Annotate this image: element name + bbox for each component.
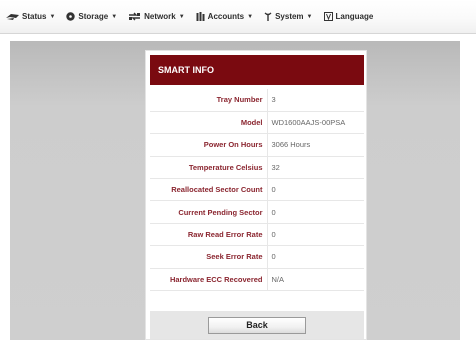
nav-storage-label: Storage xyxy=(78,12,109,21)
row-label: Raw Read Error Rate xyxy=(150,223,268,247)
row-label: Hardware ECC Recovered xyxy=(150,268,268,292)
chevron-down-icon: ▼ xyxy=(247,13,254,20)
nav-storage[interactable]: Storage ▼ xyxy=(66,12,117,21)
row-label: Tray Number xyxy=(150,89,268,112)
row-value: 3 xyxy=(267,89,364,112)
page: Status ▼ Storage ▼ Network ▼ Accounts ▼ xyxy=(0,0,476,340)
row-label: Temperature Celsius xyxy=(150,156,268,180)
table-row: Raw Read Error Rate 0 xyxy=(150,223,364,247)
storage-icon xyxy=(66,12,76,21)
row-value: 3066 Hours xyxy=(267,133,364,157)
table-row: Reallocated Sector Count 0 xyxy=(150,178,364,202)
smart-info-table: Tray Number 3 Model WD1600AAJS-00PSA Pow… xyxy=(150,89,364,292)
row-value: 0 xyxy=(267,178,364,202)
row-label: Seek Error Rate xyxy=(150,245,268,269)
nav-system[interactable]: System ▼ xyxy=(264,12,313,21)
nav-accounts-label: Accounts xyxy=(207,12,245,21)
accounts-icon xyxy=(196,12,205,21)
status-icon xyxy=(6,12,19,21)
row-label: Reallocated Sector Count xyxy=(150,178,268,202)
table-row: Tray Number 3 xyxy=(150,89,364,112)
back-button[interactable]: Back xyxy=(208,316,306,334)
nav-accounts[interactable]: Accounts ▼ xyxy=(196,12,253,21)
system-icon xyxy=(264,12,272,21)
row-label: Current Pending Sector xyxy=(150,200,268,224)
row-value: N/A xyxy=(267,268,364,292)
chevron-down-icon: ▼ xyxy=(178,13,185,20)
table-row: Model WD1600AAJS-00PSA xyxy=(150,111,364,135)
panel-title: SMART INFO xyxy=(150,55,364,85)
nav-network[interactable]: Network ▼ xyxy=(128,12,185,21)
table-row: Seek Error Rate 0 xyxy=(150,245,364,269)
table-row: Power On Hours 3066 Hours xyxy=(150,133,364,157)
nav-network-label: Network xyxy=(144,12,176,21)
smart-info-panel: SMART INFO Tray Number 3 Model WD1600AAJ… xyxy=(145,50,367,340)
row-value: WD1600AAJS-00PSA xyxy=(267,111,364,135)
network-icon xyxy=(128,12,141,21)
table-row: Current Pending Sector 0 xyxy=(150,200,364,224)
row-value: 0 xyxy=(267,245,364,269)
row-value: 0 xyxy=(267,223,364,247)
chevron-down-icon: ▼ xyxy=(49,13,56,20)
top-nav: Status ▼ Storage ▼ Network ▼ Accounts ▼ xyxy=(0,0,476,34)
chevron-down-icon: ▼ xyxy=(306,13,313,20)
nav-system-label: System xyxy=(275,12,304,21)
table-row: Temperature Celsius 32 xyxy=(150,156,364,180)
nav-language-label: Language xyxy=(335,12,374,21)
nav-status[interactable]: Status ▼ xyxy=(6,12,55,21)
row-label: Model xyxy=(150,111,268,135)
panel-footer: Back xyxy=(150,311,364,339)
content-area: SMART INFO Tray Number 3 Model WD1600AAJ… xyxy=(10,41,460,340)
language-icon xyxy=(323,12,333,21)
chevron-down-icon: ▼ xyxy=(111,13,118,20)
nav-status-label: Status xyxy=(22,12,47,21)
row-label: Power On Hours xyxy=(150,133,268,157)
row-value: 32 xyxy=(267,156,364,180)
nav-language[interactable]: Language xyxy=(323,12,374,21)
row-value: 0 xyxy=(267,200,364,224)
table-row: Hardware ECC Recovered N/A xyxy=(150,268,364,292)
